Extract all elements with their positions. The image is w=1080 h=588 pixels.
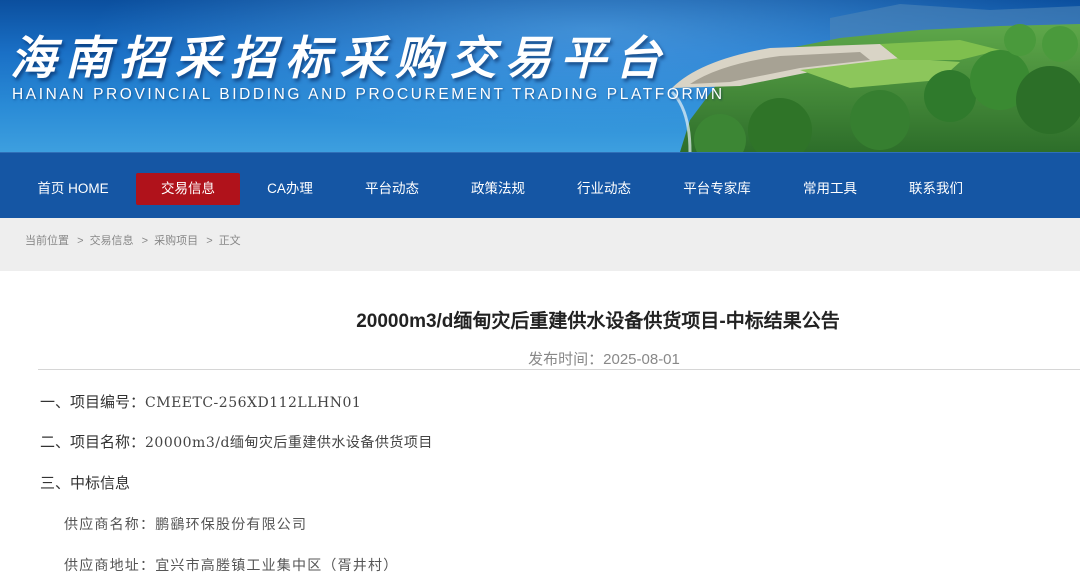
nav-item-policy[interactable]: 政策法规 (458, 173, 538, 205)
breadcrumb-bar: 当前位置 > 交易信息 > 采购项目 > 正文 (0, 218, 1080, 271)
supplier-name-label: 供应商名称： (64, 517, 156, 533)
header-banner: 海南招采招标采购交易平台 HAINAN PROVINCIAL BIDDING A… (0, 0, 1080, 152)
breadcrumb-body: 正文 (218, 235, 241, 247)
project-number-row: 一、项目编号：CMEETC-256XD112LLHN01 (40, 391, 361, 412)
article-title: 20000m3/d缅甸灾后重建供水设备供货项目-中标结果公告 (356, 311, 840, 332)
main-nav: 首页 HOME 交易信息 CA办理 平台动态 政策法规 行业动态 平台专家库 常… (0, 152, 1080, 218)
nav-item-contact[interactable]: 联系我们 (896, 173, 976, 205)
nav-item-tools[interactable]: 常用工具 (790, 173, 870, 205)
project-name-row: 二、项目名称：20000m3/d缅甸灾后重建供水设备供货项目 (40, 431, 433, 452)
title-divider (38, 369, 1080, 370)
nav-item-platform-news[interactable]: 平台动态 (352, 173, 432, 205)
site-title: 海南招采招标采购交易平台 (10, 31, 670, 85)
project-number-label: 一、项目编号： (40, 394, 146, 411)
nav-item-ca[interactable]: CA办理 (252, 173, 328, 205)
breadcrumb-current-location: 当前位置 (25, 235, 69, 247)
winner-section-heading: 三、中标信息 (40, 475, 131, 492)
nav-item-home[interactable]: 首页 HOME (24, 173, 122, 205)
breadcrumb-separator: > (77, 235, 84, 247)
breadcrumb-separator: > (206, 235, 213, 247)
publish-date-value: 2025-08-01 (603, 351, 680, 368)
project-name-label: 二、项目名称： (40, 434, 146, 451)
project-number-value: CMEETC-256XD112LLHN01 (145, 395, 362, 411)
supplier-name-value: 鹏鷂环保股份有限公司 (155, 517, 308, 533)
project-name-value: 20000m3/d缅甸灾后重建供水设备供货项目 (145, 435, 433, 451)
breadcrumb-separator: > (141, 235, 149, 247)
supplier-address-label: 供应商地址： (64, 558, 156, 574)
publish-date-label: 发布时间： (528, 351, 604, 368)
supplier-address-value: 宜兴市高塍镇工业集中区（胥井村） (155, 558, 399, 574)
nav-item-industry-news[interactable]: 行业动态 (564, 173, 644, 205)
breadcrumb-link-trading-info[interactable]: 交易信息 (90, 235, 134, 247)
site-subtitle: HAINAN PROVINCIAL BIDDING AND PROCUREMEN… (12, 86, 725, 103)
supplier-name-row: 供应商名称：鹏鷂环保股份有限公司 (64, 514, 307, 534)
publish-date: 发布时间：2025-08-01 (0, 348, 1080, 369)
supplier-address-row: 供应商地址：宜兴市高塍镇工业集中区（胥井村） (64, 555, 398, 575)
breadcrumb-link-procurement[interactable]: 采购项目 (154, 235, 198, 247)
breadcrumb: 当前位置 > 交易信息 > 采购项目 > 正文 (25, 232, 243, 248)
nav-item-trading-info[interactable]: 交易信息 (136, 173, 240, 205)
nav-item-expert-library[interactable]: 平台专家库 (672, 173, 762, 205)
